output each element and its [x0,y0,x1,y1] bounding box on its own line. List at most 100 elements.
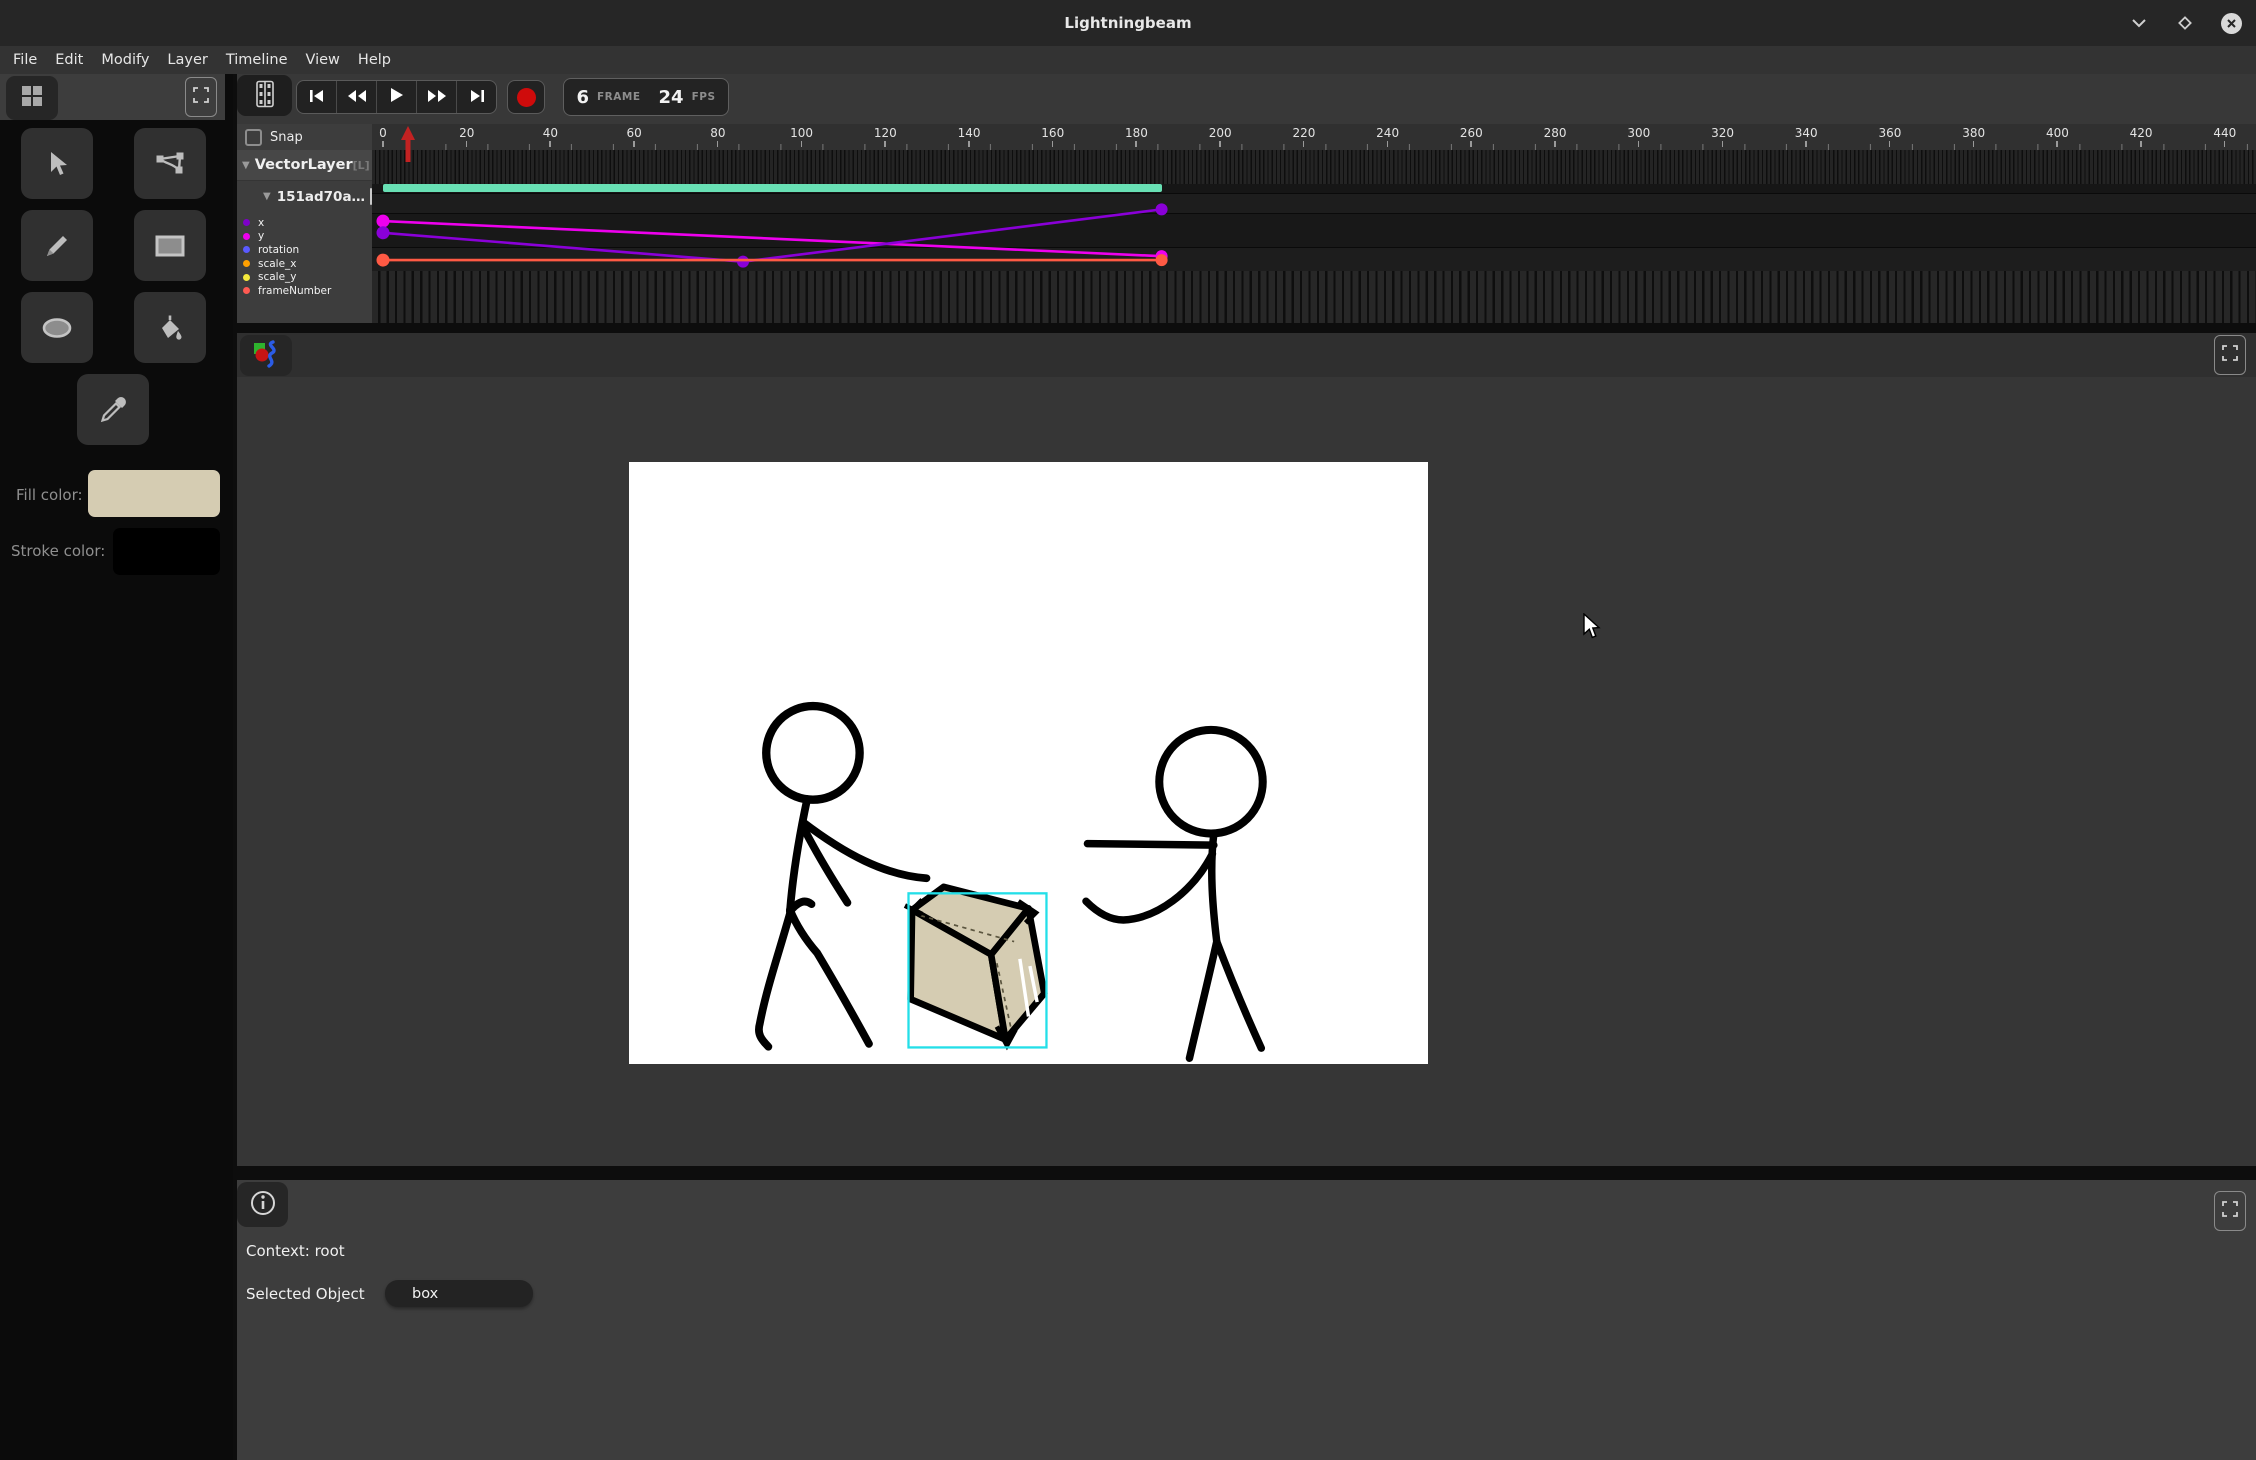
property-color-dot [243,260,250,267]
property-label: scale_x [258,258,297,270]
layer-row-instance[interactable]: ▼ 151ad70a… ~ [237,181,372,212]
track-band [372,213,2256,247]
ruler-tick: 20 [453,126,481,140]
tools-expand-button[interactable] [185,77,217,117]
selected-object-field[interactable]: box [385,1280,533,1307]
menu-bar: FileEditModifyLayerTimelineViewHelp [0,46,2256,74]
ellipse-tool-button[interactable] [21,292,93,363]
shapes-mode-button[interactable] [240,335,292,376]
tween-span-bar[interactable] [383,184,1162,192]
close-button[interactable] [2220,12,2242,34]
stick-figure-right [1086,730,1263,1058]
rectangle-icon [155,235,185,257]
fill-color-swatch[interactable] [88,470,220,517]
skip-start-button[interactable] [297,81,337,113]
ruler-tick: 40 [536,126,564,140]
ruler-tick: 380 [1960,126,1988,140]
path-tool-button[interactable] [134,128,206,199]
triangle-down-icon: ▼ [242,160,250,171]
stroke-color-swatch[interactable] [113,528,220,575]
frame-number-value: 6 [576,87,589,108]
chevron-down-icon [2131,18,2147,28]
minimize-button[interactable] [2128,12,2150,34]
paint-bucket-tool-button[interactable] [134,292,206,363]
track-band [372,193,2256,213]
stroke-color-label: Stroke color: [11,542,105,560]
timeline-body: Snap ▼ VectorLayer[L] ▼ 151ad70a… ~ xyro… [237,124,2256,323]
info-panel: Context: root Selected Object box [237,1180,2256,1460]
snap-label: Snap [270,130,303,145]
timeline-panel: 6 FRAME 24 FPS Snap ▼ VectorLayer[L] ▼ 1… [237,74,2256,323]
frame-cells-bottom [372,271,2256,323]
timeline-ruler[interactable]: 0204060801001201401601802002202402602803… [372,124,2256,150]
record-button[interactable] [507,80,545,114]
ruler-tick: 360 [1876,126,1904,140]
property-row-rotation[interactable]: rotation [237,243,372,257]
menu-item-layer[interactable]: Layer [158,46,216,74]
fast-forward-button[interactable] [417,81,457,113]
property-row-scale_x[interactable]: scale_x [237,257,372,271]
fast-forward-icon [427,88,447,107]
ruler-tick: 320 [1709,126,1737,140]
ellipse-icon [41,317,73,339]
ruler-tick: 300 [1625,126,1653,140]
ruler-tick: 200 [1206,126,1234,140]
property-color-dot [243,274,250,281]
ruler-tick: 340 [1792,126,1820,140]
frame-cells-top [372,150,2256,184]
playhead[interactable] [399,124,417,164]
info-expand-button[interactable] [2214,1191,2246,1231]
property-label: scale_y [258,271,297,283]
menu-item-modify[interactable]: Modify [92,46,158,74]
path-nodes-icon [155,151,185,177]
transport-controls [296,80,497,114]
frame-fps-display[interactable]: 6 FRAME 24 FPS [563,78,729,116]
layer-row-vectorlayer[interactable]: ▼ VectorLayer[L] [237,150,372,181]
rewind-button[interactable] [337,81,377,113]
property-row-scale_y[interactable]: scale_y [237,270,372,284]
maximize-button[interactable] [2174,12,2196,34]
select-tool-button[interactable] [21,128,93,199]
property-row-y[interactable]: y [237,230,372,244]
canvas-expand-button[interactable] [2214,335,2246,375]
play-icon [390,87,404,107]
context-text: Context: root [246,1242,345,1260]
property-color-dot [243,219,250,226]
cursor-arrow-icon [44,150,70,178]
property-row-x[interactable]: x [237,216,372,230]
menu-item-help[interactable]: Help [349,46,400,74]
fps-label: FPS [692,91,716,103]
diamond-icon [2177,15,2193,31]
panel-grid-button[interactable] [6,76,58,120]
pencil-tool-button[interactable] [21,210,93,281]
layer-tree: Snap ▼ VectorLayer[L] ▼ 151ad70a… ~ xyro… [237,124,372,323]
snap-checkbox[interactable] [245,129,262,146]
skip-end-button[interactable] [457,81,496,113]
ruler-tick: 420 [2127,126,2155,140]
menu-item-file[interactable]: File [4,46,46,74]
info-icon [250,1190,276,1220]
info-button[interactable] [237,1182,288,1227]
stick-figure-left [759,706,927,1047]
menu-item-view[interactable]: View [297,46,349,74]
frames-area[interactable]: 0204060801001201401601802002202402602803… [372,124,2256,323]
eyedropper-tool-button[interactable] [77,374,149,445]
menu-item-edit[interactable]: Edit [46,46,92,74]
property-list: xyrotation scale_xscale_yframeNumber [237,216,372,298]
property-color-dot [243,246,250,253]
ruler-tick: 400 [2043,126,2071,140]
property-label: rotation [258,244,299,256]
grid-icon [20,84,44,112]
play-button[interactable] [377,81,417,113]
property-row-frameNumber[interactable]: frameNumber [237,284,372,298]
ruler-tick: 140 [955,126,983,140]
film-strip-button[interactable] [237,75,292,116]
rectangle-tool-button[interactable] [134,210,206,281]
frame-label: FRAME [597,91,641,103]
pencil-icon [43,232,71,260]
menu-item-timeline[interactable]: Timeline [217,46,297,74]
tools-panel-header [0,74,225,120]
stage[interactable] [629,462,1428,1064]
property-label: x [258,217,264,229]
property-color-dot [243,233,250,240]
